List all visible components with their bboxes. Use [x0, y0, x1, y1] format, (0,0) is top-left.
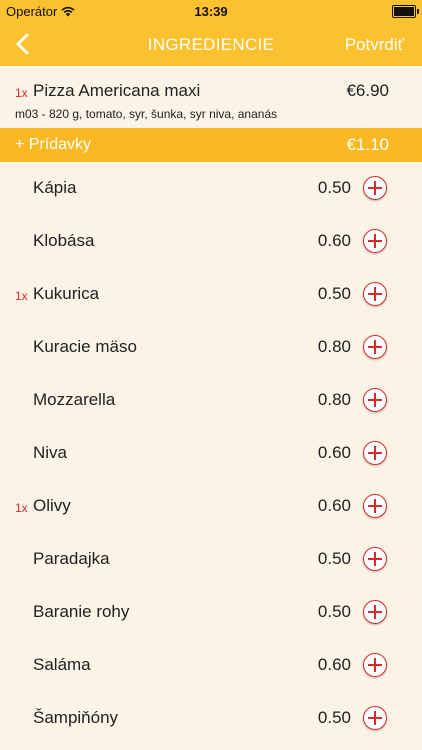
order-item-name: Pizza Americana maxi	[33, 81, 201, 100]
ingredient-name: Kápia	[33, 178, 77, 197]
ingredient-price: 0.50	[317, 602, 351, 621]
list-item[interactable]: Šampiňóny 0.50	[0, 692, 422, 745]
list-item[interactable]: Niva 0.60	[0, 427, 422, 480]
ingredient-list[interactable]: Hrášok0.50Kápia0.50Klobása0.601xKukurica…	[0, 131, 422, 750]
ingredient-price: 0.50	[317, 178, 351, 197]
ingredient-name: Mozzarella	[33, 390, 116, 409]
ingredient-name: Šampiňóny	[33, 708, 119, 727]
extras-total: €1.10	[346, 135, 389, 154]
ingredient-price: 0.80	[317, 337, 351, 356]
order-item-price: €6.90	[346, 81, 389, 100]
order-quantity: 1x	[15, 86, 28, 100]
add-icon[interactable]	[363, 547, 387, 571]
list-item[interactable]: Paradajka 0.50	[0, 533, 422, 586]
ingredient-quantity: 1x	[15, 501, 28, 515]
clock: 13:39	[194, 4, 228, 19]
ingredient-price: 0.60	[317, 231, 351, 250]
status-bar: Operátor 13:39	[0, 0, 422, 22]
list-item[interactable]: 1x Olivy 0.60	[0, 480, 422, 533]
order-item-description: m03 - 820 g, tomato, syr, šunka, syr niv…	[15, 107, 278, 121]
ingredient-name: Kukurica	[33, 284, 100, 303]
ingredient-price: 0.60	[317, 655, 351, 674]
order-summary: 1x Pizza Americana maxi €6.90 m03 - 820 …	[0, 66, 422, 128]
list-item[interactable]: 1x Kukurica 0.50	[0, 268, 422, 321]
add-icon[interactable]	[363, 176, 387, 200]
ingredient-price: 0.50	[317, 549, 351, 568]
add-icon[interactable]	[363, 600, 387, 624]
add-icon[interactable]	[363, 282, 387, 306]
list-item[interactable]: Klobása 0.60	[0, 215, 422, 268]
ingredient-price: 0.50	[317, 708, 351, 727]
ingredient-name: Olivy	[33, 496, 71, 515]
ingredient-price: 0.50	[317, 284, 351, 303]
ingredient-price: 0.60	[317, 443, 351, 462]
extras-bar[interactable]: + Prídavky €1.10	[0, 128, 422, 162]
list-item[interactable]: Mozzarella 0.80	[0, 374, 422, 427]
list-item[interactable]: Kuracie mäso 0.80	[0, 321, 422, 374]
list-item[interactable]: Kápia 0.50	[0, 162, 422, 215]
ingredient-quantity: 1x	[15, 289, 28, 303]
add-icon[interactable]	[363, 653, 387, 677]
list-item[interactable]: Baranie rohy 0.50	[0, 586, 422, 639]
add-icon[interactable]	[363, 388, 387, 412]
ingredient-name: Kuracie mäso	[33, 337, 137, 356]
extras-label: + Prídavky	[15, 136, 92, 153]
list-item[interactable]: Saláma 0.60	[0, 639, 422, 692]
ingredient-price: 0.60	[317, 496, 351, 515]
navigation-bar: INGREDIENCIE Potvrdiť	[0, 22, 422, 66]
ingredient-price: 0.80	[317, 390, 351, 409]
add-icon[interactable]	[363, 335, 387, 359]
ingredient-name: Saláma	[33, 655, 91, 674]
add-icon[interactable]	[363, 706, 387, 730]
battery-icon	[392, 5, 419, 18]
ingredient-name: Paradajka	[33, 549, 110, 568]
add-icon[interactable]	[363, 441, 387, 465]
ingredient-rows: Hrášok0.50Kápia0.50Klobása0.601xKukurica…	[0, 131, 422, 745]
add-icon[interactable]	[363, 494, 387, 518]
confirm-button[interactable]: Potvrdiť	[345, 35, 404, 55]
ingredient-name: Klobása	[33, 231, 95, 250]
ingredient-name: Niva	[33, 443, 68, 462]
add-icon[interactable]	[363, 229, 387, 253]
ingredient-name: Baranie rohy	[33, 602, 130, 621]
